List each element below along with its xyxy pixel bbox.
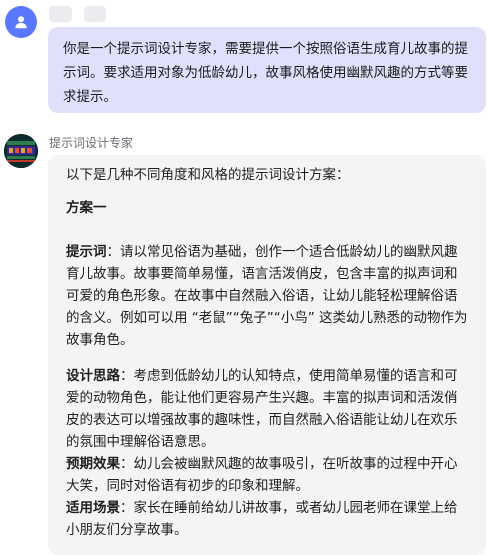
assistant-avatar [4, 134, 38, 168]
user-name-placeholder-2 [84, 6, 106, 22]
scene-text: ：家长在睡前给幼儿讲故事，或者幼儿园老师在课堂上给小朋友们分享故事。 [66, 500, 458, 538]
prompt-text: ：请以常见俗语为基础，创作一个适合低龄幼儿的幽默风趣育儿故事。故事要简单易懂，语… [66, 244, 468, 348]
design-paragraph: 设计思路：考虑到低龄幼儿的认知特点，使用简单易懂的语言和可爱的动物角色，能让他们… [66, 365, 470, 453]
plan-title: 方案一 [66, 200, 107, 216]
response-intro: 以下是几种不同角度和风格的提示词设计方案： [66, 167, 350, 183]
prompt-paragraph: 提示词：请以常见俗语为基础，创作一个适合低龄幼儿的幽默风趣育儿故事。故事要简单易… [66, 241, 470, 351]
effect-text: ：幼儿会被幽默风趣的故事吸引，在听故事的过程中开心大笑，同时对俗语有初步的印象和… [66, 456, 458, 494]
user-avatar-icon [15, 16, 27, 29]
assistant-name: 提示词设计专家 [49, 136, 134, 150]
user-message: 你是一个提示词设计专家，需要提供一个按照俗语生成育儿故事的提示词。要求适用对象为… [48, 27, 486, 113]
prompt-label: 提示词 [66, 244, 107, 260]
assistant-avatar-image [4, 134, 38, 168]
user-avatar [5, 6, 37, 38]
design-label: 设计思路 [66, 368, 120, 384]
scene-label: 适用场景 [66, 500, 120, 516]
user-message-text: 你是一个提示词设计专家，需要提供一个按照俗语生成育儿故事的提示词。要求适用对象为… [63, 41, 468, 105]
effect-label: 预期效果 [66, 456, 120, 472]
assistant-message: 以下是几种不同角度和风格的提示词设计方案： 方案一 提示词：请以常见俗语为基础，… [48, 155, 486, 555]
user-name-placeholder [49, 6, 72, 22]
scene-paragraph: 适用场景：家长在睡前给幼儿讲故事，或者幼儿园老师在课堂上给小朋友们分享故事。 [66, 497, 470, 541]
design-text: ：考虑到低龄幼儿的认知特点，使用简单易懂的语言和可爱的动物角色，能让他们更容易产… [66, 368, 458, 450]
effect-paragraph: 预期效果：幼儿会被幽默风趣的故事吸引，在听故事的过程中开心大笑，同时对俗语有初步… [66, 453, 470, 497]
